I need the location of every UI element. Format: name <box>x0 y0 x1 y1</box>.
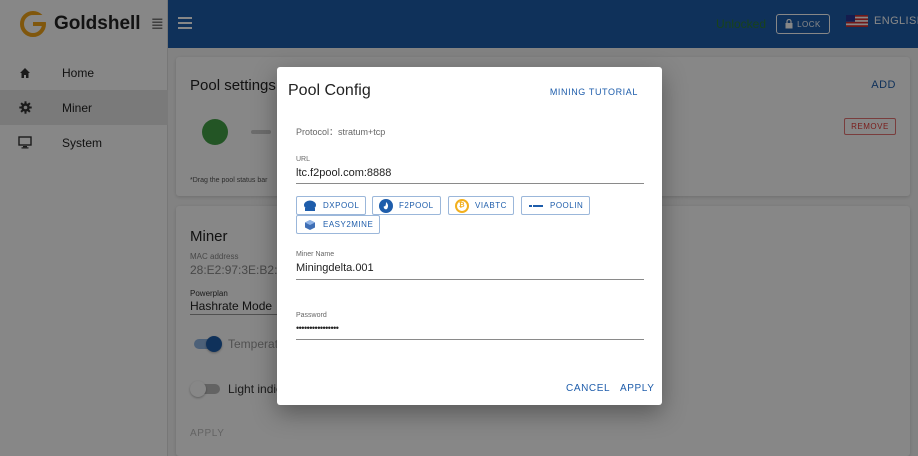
pool-preset-label: EASY2MINE <box>323 220 374 229</box>
pool-preset-easy2mine[interactable]: EASY2MINE <box>296 215 381 234</box>
miner-name-underline <box>296 279 644 280</box>
dialog-title: Pool Config <box>288 82 371 99</box>
url-underline <box>296 183 644 184</box>
pool-preset-viabtc[interactable]: ₿ VIABTC <box>448 196 514 215</box>
pool-preset-poolin[interactable]: POOLIN <box>521 196 591 215</box>
apply-button[interactable]: APPLY <box>620 383 655 394</box>
password-underline <box>296 339 644 340</box>
protocol-text: Protocol：stratum+tcp <box>296 127 386 137</box>
pool-preset-label: VIABTC <box>475 201 507 210</box>
password-input[interactable]: •••••••••••••••• <box>296 323 339 333</box>
url-label: URL <box>296 156 311 163</box>
pool-config-dialog: Pool Config MINING TUTORIAL Protocol：str… <box>277 67 662 405</box>
mining-tutorial-link[interactable]: MINING TUTORIAL <box>550 87 638 97</box>
f2pool-icon <box>379 198 393 213</box>
miner-name-label: Miner Name <box>296 251 335 258</box>
pool-preset-label: DXPOOL <box>323 201 360 210</box>
pool-preset-f2pool[interactable]: F2POOL <box>372 196 441 215</box>
dxpool-icon <box>303 199 317 213</box>
poolin-icon <box>528 199 544 213</box>
pool-preset-dxpool[interactable]: DXPOOL <box>296 196 367 215</box>
miner-name-input[interactable]: Miningdelta.001 <box>296 262 374 274</box>
password-label: Password <box>296 312 327 319</box>
pool-preset-label: F2POOL <box>399 201 434 210</box>
url-input[interactable]: ltc.f2pool.com:8888 <box>296 167 391 179</box>
pool-preset-label: POOLIN <box>550 201 584 210</box>
viabtc-icon: ₿ <box>455 198 469 213</box>
easy2mine-icon <box>303 218 317 232</box>
cancel-button[interactable]: CANCEL <box>566 383 610 394</box>
